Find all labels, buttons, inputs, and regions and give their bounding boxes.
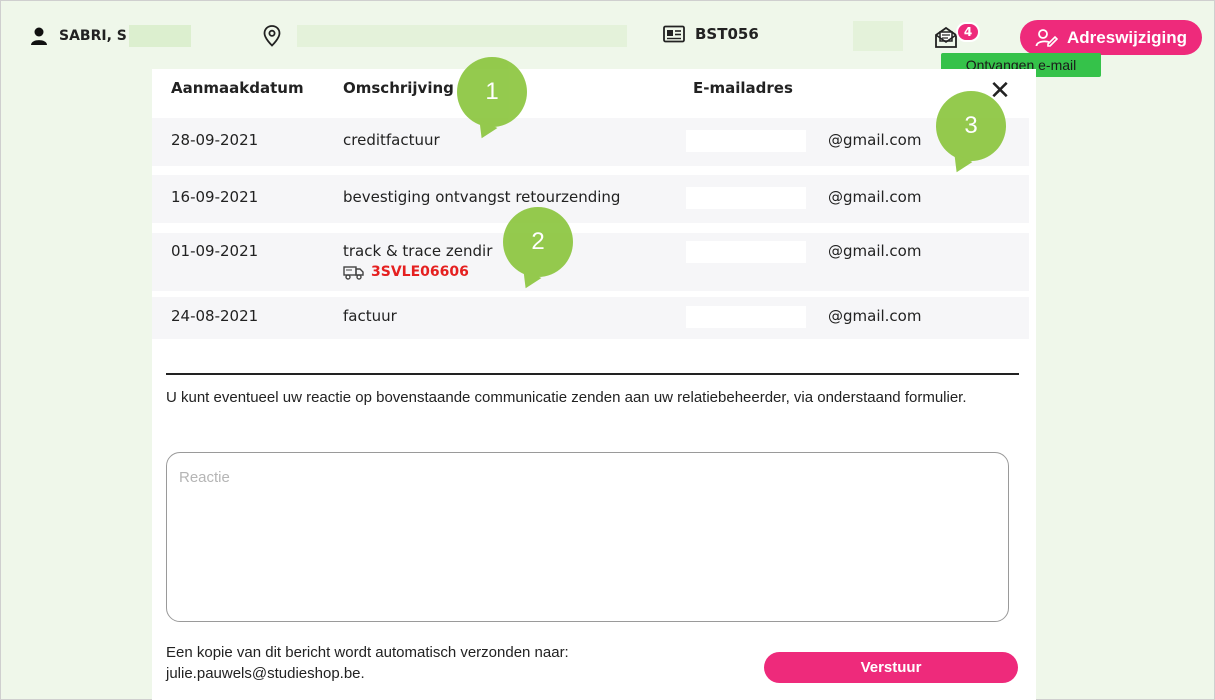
send-button[interactable]: Verstuur <box>764 652 1018 683</box>
redacted-email <box>686 130 806 152</box>
table-header: Aanmaakdatum Omschrijving E-mailadres <box>152 69 1036 109</box>
row-date: 28-09-2021 <box>171 131 259 149</box>
app-window: SABRI, S BST056 4 Adreswijziging Ontvang… <box>0 0 1215 700</box>
row-email: @gmail.com <box>828 307 922 325</box>
tracking-number: 3SVLE06606 <box>371 264 469 280</box>
user-edit-icon <box>1035 28 1059 47</box>
row-email: @gmail.com <box>828 131 922 149</box>
column-header-date: Aanmaakdatum <box>171 79 304 97</box>
tracking-link[interactable]: 3SVLE06606 <box>343 264 469 280</box>
table-row[interactable]: 24-08-2021 factuur @gmail.com <box>152 297 1029 339</box>
row-description: bevestiging ontvangst retourzending <box>343 188 621 206</box>
address-change-button[interactable]: Adreswijziging <box>1020 20 1202 55</box>
row-description: track & trace zendir <box>343 242 493 260</box>
reaction-textarea[interactable] <box>166 452 1009 622</box>
redacted-email <box>686 306 806 328</box>
callout-marker-1: 1 <box>457 57 527 127</box>
location-pin-icon <box>263 25 281 47</box>
user-info: SABRI, S <box>29 25 191 47</box>
user-name: SABRI, S <box>59 28 127 44</box>
delivery-truck-icon <box>343 266 364 280</box>
mail-count-badge: 4 <box>956 22 980 42</box>
redacted-area <box>853 21 903 51</box>
copy-notice: Een kopie van dit bericht wordt automati… <box>166 642 726 684</box>
customer-id: BST056 <box>663 25 759 43</box>
email-history-panel: Aanmaakdatum Omschrijving E-mailadres ✕ … <box>152 69 1036 700</box>
redacted-area <box>128 25 191 47</box>
table-row[interactable]: 01-09-2021 track & trace zendir 3SVLE066… <box>152 233 1029 291</box>
table-row[interactable]: 16-09-2021 bevestiging ontvangst retourz… <box>152 175 1029 223</box>
redacted-address <box>297 25 627 47</box>
callout-marker-3: 3 <box>936 91 1006 161</box>
row-date: 24-08-2021 <box>171 307 259 325</box>
row-email: @gmail.com <box>828 188 922 206</box>
id-card-icon <box>663 25 685 43</box>
info-text: U kunt eventueel uw reactie op bovenstaa… <box>166 389 967 406</box>
row-email: @gmail.com <box>828 242 922 260</box>
table-row[interactable]: 28-09-2021 creditfactuur @gmail.com <box>152 118 1029 166</box>
user-icon <box>31 27 47 45</box>
redacted-email <box>686 187 806 209</box>
received-mail-button[interactable] <box>933 25 959 49</box>
redacted-email <box>686 241 806 263</box>
row-date: 01-09-2021 <box>171 242 259 260</box>
callout-marker-2: 2 <box>503 207 573 277</box>
column-header-email: E-mailadres <box>693 79 793 97</box>
copy-notice-line: Een kopie van dit bericht wordt automati… <box>166 644 569 661</box>
address-change-label: Adreswijziging <box>1067 27 1187 47</box>
row-description: factuur <box>343 307 397 325</box>
row-description: creditfactuur <box>343 131 440 149</box>
copy-email-address: julie.pauwels@studieshop.be. <box>166 665 365 682</box>
row-date: 16-09-2021 <box>171 188 259 206</box>
customer-id-value: BST056 <box>695 25 759 43</box>
envelope-open-icon <box>935 26 957 48</box>
divider <box>166 373 1019 375</box>
top-bar: SABRI, S BST056 4 Adreswijziging Ontvang… <box>1 1 1215 77</box>
column-header-description: Omschrijving <box>343 79 454 97</box>
address-info <box>263 25 627 47</box>
